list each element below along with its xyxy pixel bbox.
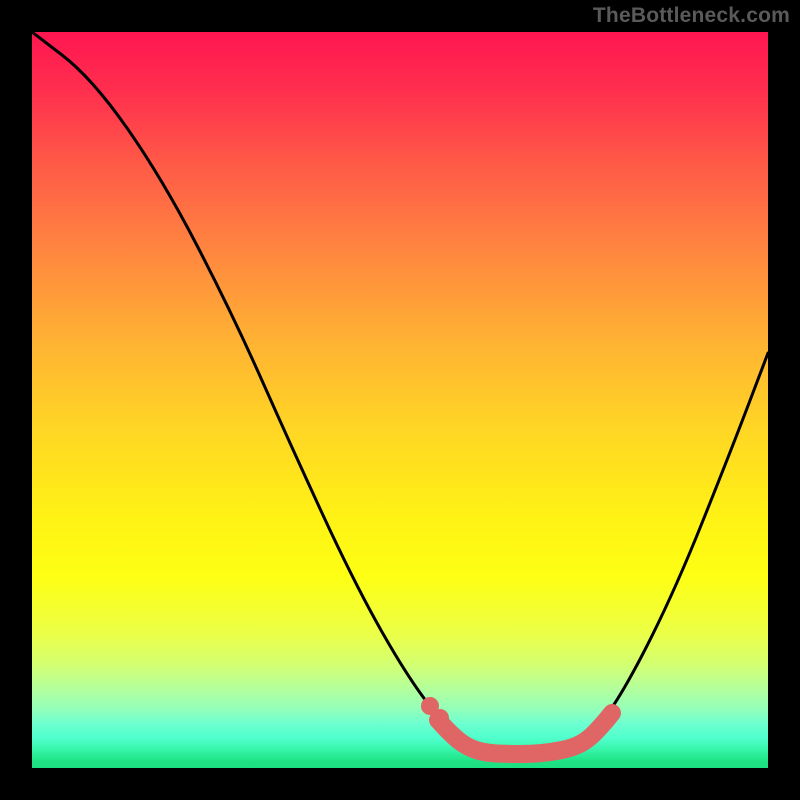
bottleneck-curve-line: [32, 32, 768, 754]
optimal-marker-dot: [431, 709, 449, 727]
chart-frame: TheBottleneck.com: [0, 0, 800, 800]
watermark-text: TheBottleneck.com: [593, 4, 790, 28]
plot-area: [32, 32, 768, 768]
bottleneck-optimal-dots: [421, 697, 449, 727]
curve-layer: [32, 32, 768, 768]
bottleneck-optimal-highlight: [438, 713, 612, 754]
